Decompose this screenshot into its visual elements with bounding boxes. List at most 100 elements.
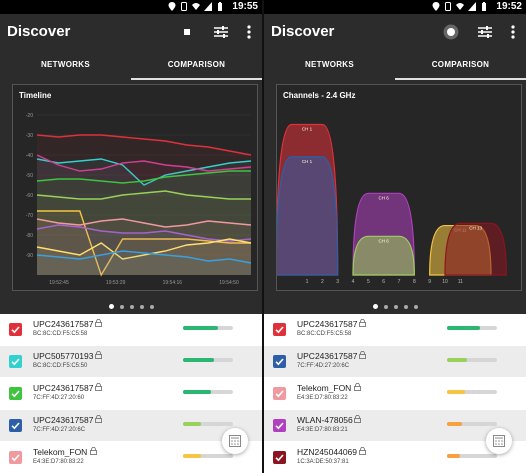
record-icon	[443, 24, 459, 40]
page-dot[interactable]	[383, 305, 388, 309]
tab-comparison[interactable]: COMPARISON	[395, 50, 526, 80]
filter-button[interactable]	[212, 23, 230, 41]
tab-networks[interactable]: NETWORKS	[0, 50, 131, 80]
tab-comparison[interactable]: COMPARISON	[131, 50, 262, 80]
tab-networks[interactable]: NETWORKS	[264, 50, 395, 80]
y-tick-label: -90	[26, 253, 33, 259]
x-tick-label: 19:54:16	[163, 280, 183, 286]
network-checkbox[interactable]	[9, 323, 22, 336]
app-title: Discover	[271, 23, 335, 40]
page-dot[interactable]	[413, 305, 418, 309]
network-ssid: UPC243617587	[33, 383, 94, 393]
network-checkbox[interactable]	[9, 419, 22, 432]
network-checkbox[interactable]	[9, 451, 22, 464]
signal-strength-fill	[447, 326, 480, 330]
x-tick-label: 10	[442, 279, 448, 285]
check-icon	[275, 326, 284, 334]
network-checkbox[interactable]	[273, 451, 286, 464]
battery-icon	[482, 2, 486, 11]
stop-scan-button[interactable]	[178, 23, 196, 41]
page-dot[interactable]	[372, 304, 378, 309]
network-row[interactable]: UPC243617587 BC:8C:CD:F5:C5:58	[0, 314, 262, 345]
network-row[interactable]: UPC243617587 7C:FF:4D:27:20:60	[0, 378, 262, 409]
left-screen: 19:55 Discover NETWORKS COMPARISON Timel…	[0, 0, 262, 473]
lock-icon	[358, 351, 366, 359]
check-icon	[11, 326, 20, 334]
filter-sliders-icon	[214, 26, 228, 38]
page-dot[interactable]	[139, 305, 144, 309]
signal-strength-bar	[447, 454, 497, 458]
network-checkbox[interactable]	[9, 355, 22, 368]
stop-icon	[184, 29, 190, 35]
start-scan-button[interactable]	[442, 23, 460, 41]
check-icon	[275, 358, 284, 366]
location-icon	[168, 2, 176, 11]
check-icon	[11, 422, 20, 430]
lock-icon	[94, 415, 102, 423]
signal-icon	[468, 2, 476, 11]
signal-strength-fill	[447, 454, 460, 458]
app-bar: Discover	[264, 14, 526, 50]
more-vertical-icon	[511, 25, 515, 39]
y-tick-label: -80	[26, 233, 33, 239]
status-bar: 19:55	[0, 0, 262, 14]
page-dot[interactable]	[393, 305, 398, 309]
status-bar: 19:52	[264, 0, 526, 14]
network-row[interactable]: Telekom_FON E4:3E:D7:80:83:22	[264, 378, 526, 409]
network-mac: 1C:3A:DE:50:37:81	[297, 459, 349, 465]
vibrate-icon	[181, 2, 187, 11]
signal-strength-bar	[183, 390, 233, 394]
lock-icon	[353, 415, 361, 423]
network-mac: BC:8C:CD:F5:C5:58	[297, 331, 352, 337]
battery-icon	[218, 2, 222, 11]
signal-icon	[204, 2, 212, 11]
network-ssid: Telekom_FON	[33, 447, 88, 457]
network-mac: 7C:FF:4D:27:20:6C	[297, 363, 350, 369]
network-ssid: Telekom_FON	[297, 383, 352, 393]
status-time: 19:52	[496, 1, 522, 12]
more-options-button[interactable]	[240, 23, 258, 41]
x-tick-label: 7	[398, 279, 401, 285]
location-icon	[432, 2, 440, 11]
signal-strength-fill	[183, 358, 214, 362]
x-tick-label: 19:52:45	[49, 280, 69, 286]
page-dot[interactable]	[108, 304, 114, 309]
network-checkbox[interactable]	[273, 387, 286, 400]
vibrate-icon	[445, 2, 451, 11]
signal-strength-bar	[447, 326, 497, 330]
network-checkbox[interactable]	[273, 419, 286, 432]
more-options-button[interactable]	[504, 23, 522, 41]
signal-strength-bar	[183, 422, 233, 426]
network-mac: E4:3E:D7:80:83:21	[297, 427, 348, 433]
filter-sliders-icon	[478, 26, 492, 38]
network-checkbox[interactable]	[273, 323, 286, 336]
chart-title: Timeline	[19, 91, 52, 100]
channel-label: CH 1	[302, 159, 313, 164]
compare-fab[interactable]	[222, 428, 248, 454]
page-dot[interactable]	[403, 305, 408, 309]
signal-strength-fill	[183, 422, 201, 426]
network-checkbox[interactable]	[9, 387, 22, 400]
signal-strength-fill	[447, 422, 462, 426]
network-row[interactable]: UPC505770193 BC:8C:CD:F5:C5:50	[0, 346, 262, 377]
network-checkbox[interactable]	[273, 355, 286, 368]
x-tick-label: 2	[321, 279, 324, 285]
page-dot[interactable]	[149, 305, 154, 309]
page-dot[interactable]	[129, 305, 134, 309]
channel-label: CH 6	[379, 238, 390, 243]
channel-bar	[277, 156, 339, 276]
page-dot[interactable]	[119, 305, 124, 309]
x-tick-label: 3	[336, 279, 339, 285]
y-tick-label: -20	[26, 113, 33, 119]
network-row[interactable]: UPC243617587 7C:FF:4D:27:20:6C	[264, 346, 526, 377]
check-icon	[275, 454, 284, 462]
signal-strength-bar	[447, 422, 497, 426]
check-icon	[11, 454, 20, 462]
filter-button[interactable]	[476, 23, 494, 41]
x-tick-label: 8	[413, 279, 416, 285]
calculator-icon	[493, 435, 505, 447]
network-row[interactable]: UPC243617587 BC:8C:CD:F5:C5:58	[264, 314, 526, 345]
compare-fab[interactable]	[486, 428, 512, 454]
x-tick-label: 6	[382, 279, 385, 285]
status-icons	[168, 2, 224, 11]
